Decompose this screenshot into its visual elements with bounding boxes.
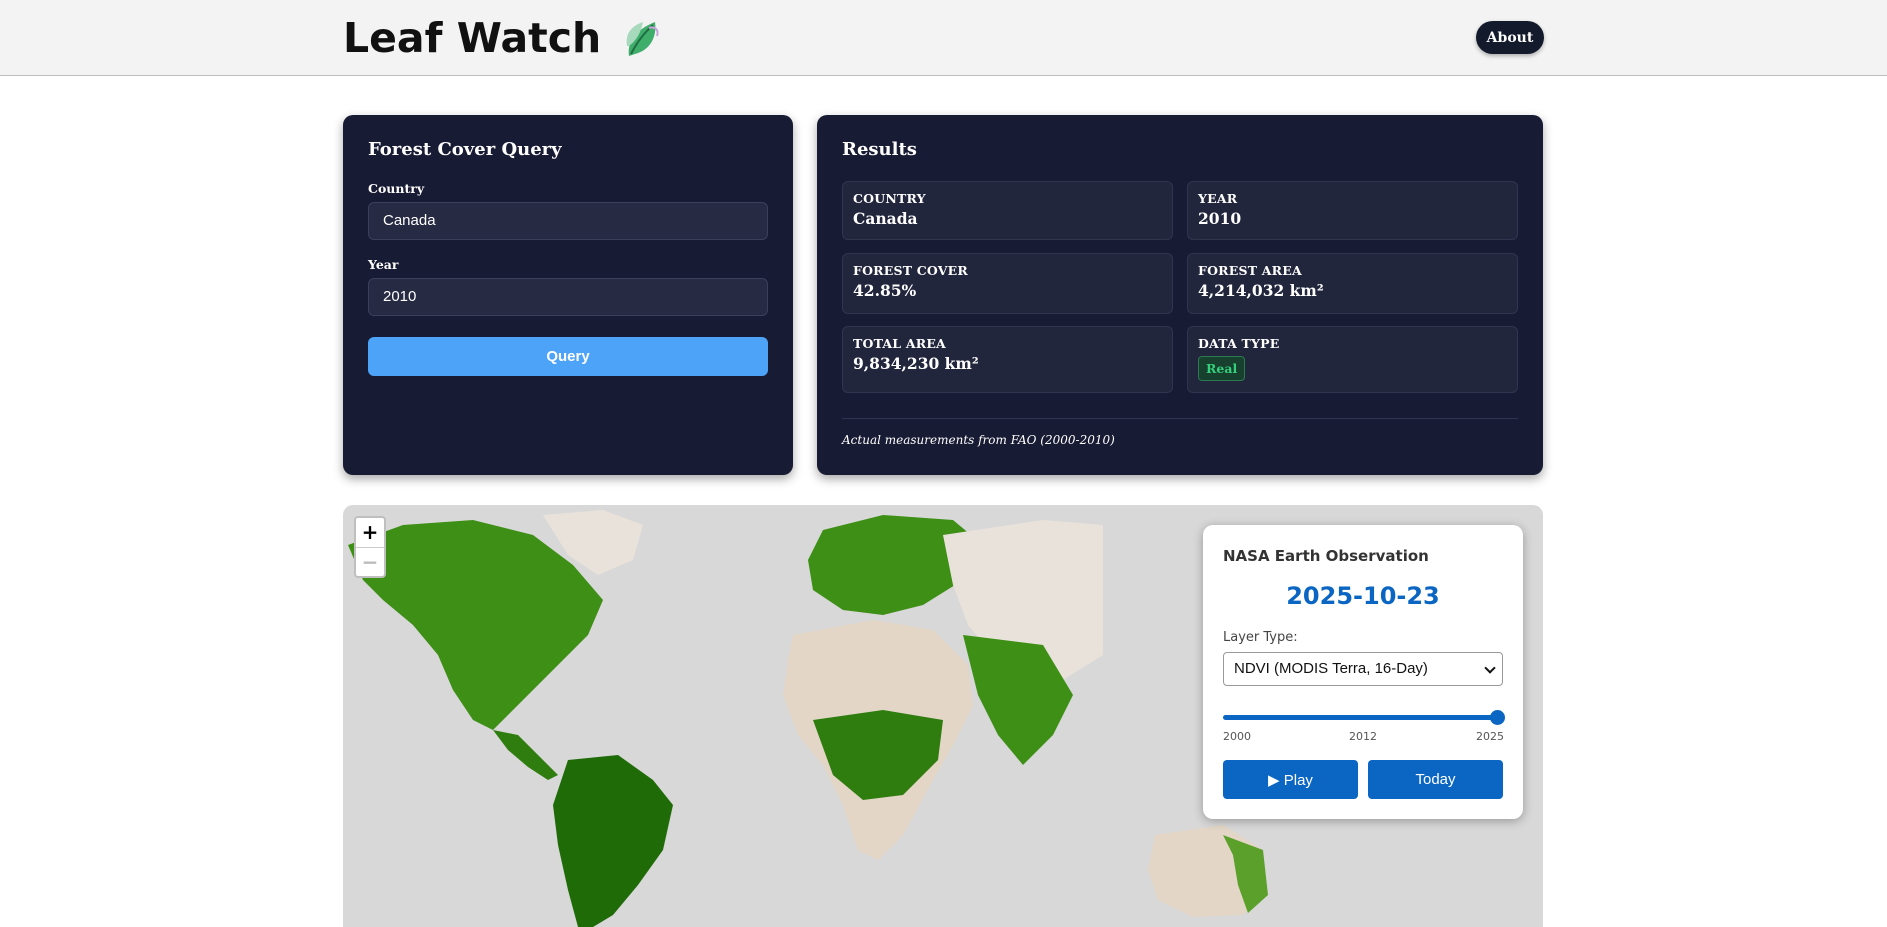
about-button[interactable]: About	[1476, 21, 1544, 54]
layer-type-label: Layer Type:	[1223, 630, 1298, 645]
year-slider-track[interactable]	[1223, 715, 1503, 720]
stat-year: YEAR 2010	[1187, 181, 1518, 240]
stat-forest-area: FOREST AREA 4,214,032 km²	[1187, 253, 1518, 314]
data-type-badge: Real	[1198, 356, 1246, 381]
stat-value: 42.85%	[853, 281, 917, 300]
country-label: Country	[368, 181, 425, 196]
slider-max-label: 2025	[1476, 730, 1504, 743]
nasa-observation-panel: NASA Earth Observation 2025-10-23 Layer …	[1203, 525, 1523, 819]
zoom-out-button[interactable]: −	[356, 547, 384, 576]
south-america-landmass	[553, 755, 673, 927]
layer-type-value: NDVI (MODIS Terra, 16-Day)	[1234, 660, 1428, 677]
slider-mid-label: 2012	[1349, 730, 1377, 743]
stat-label: COUNTRY	[853, 191, 926, 206]
query-card: Forest Cover Query Country Canada Year 2…	[343, 115, 793, 475]
stat-label: YEAR	[1198, 191, 1238, 206]
year-input[interactable]: 2010	[368, 278, 768, 316]
stat-label: FOREST COVER	[853, 263, 968, 278]
results-divider	[842, 418, 1518, 419]
nasa-title: NASA Earth Observation	[1223, 547, 1429, 565]
results-title: Results	[842, 139, 917, 160]
today-button[interactable]: Today	[1368, 760, 1503, 799]
query-title: Forest Cover Query	[368, 139, 562, 160]
stat-total-area: TOTAL AREA 9,834,230 km²	[842, 326, 1173, 393]
stat-value: Canada	[853, 209, 918, 228]
app-header: Leaf Watch About	[0, 0, 1887, 76]
layer-type-select[interactable]: NDVI (MODIS Terra, 16-Day)	[1223, 652, 1503, 686]
observation-date: 2025-10-23	[1286, 582, 1440, 610]
country-input[interactable]: Canada	[368, 202, 768, 240]
query-button[interactable]: Query	[368, 337, 768, 376]
stat-label: TOTAL AREA	[853, 336, 946, 351]
results-footnote: Actual measurements from FAO (2000-2010)	[842, 433, 1115, 447]
zoom-control: + −	[354, 516, 386, 578]
stat-data-type: DATA TYPE Real	[1187, 326, 1518, 393]
stat-value: 4,214,032 km²	[1198, 281, 1324, 300]
stat-label: FOREST AREA	[1198, 263, 1302, 278]
north-america-landmass	[348, 520, 603, 730]
stat-country: COUNTRY Canada	[842, 181, 1173, 240]
play-button[interactable]: ▶ Play	[1223, 760, 1358, 799]
stat-forest-cover: FOREST COVER 42.85%	[842, 253, 1173, 314]
chevron-down-icon	[1484, 662, 1496, 674]
zoom-in-button[interactable]: +	[356, 518, 384, 547]
app-title: Leaf Watch	[343, 14, 602, 62]
stat-value: 9,834,230 km²	[853, 354, 979, 373]
stat-value: 2010	[1198, 209, 1242, 228]
central-america-landmass	[493, 730, 558, 780]
leaf-icon	[626, 22, 659, 56]
slider-min-label: 2000	[1223, 730, 1251, 743]
brand: Leaf Watch	[343, 14, 663, 62]
results-card: Results COUNTRY Canada YEAR 2010 FOREST …	[817, 115, 1543, 475]
year-label: Year	[368, 257, 399, 272]
year-slider-thumb[interactable]	[1490, 710, 1505, 725]
stat-label: DATA TYPE	[1198, 336, 1280, 351]
